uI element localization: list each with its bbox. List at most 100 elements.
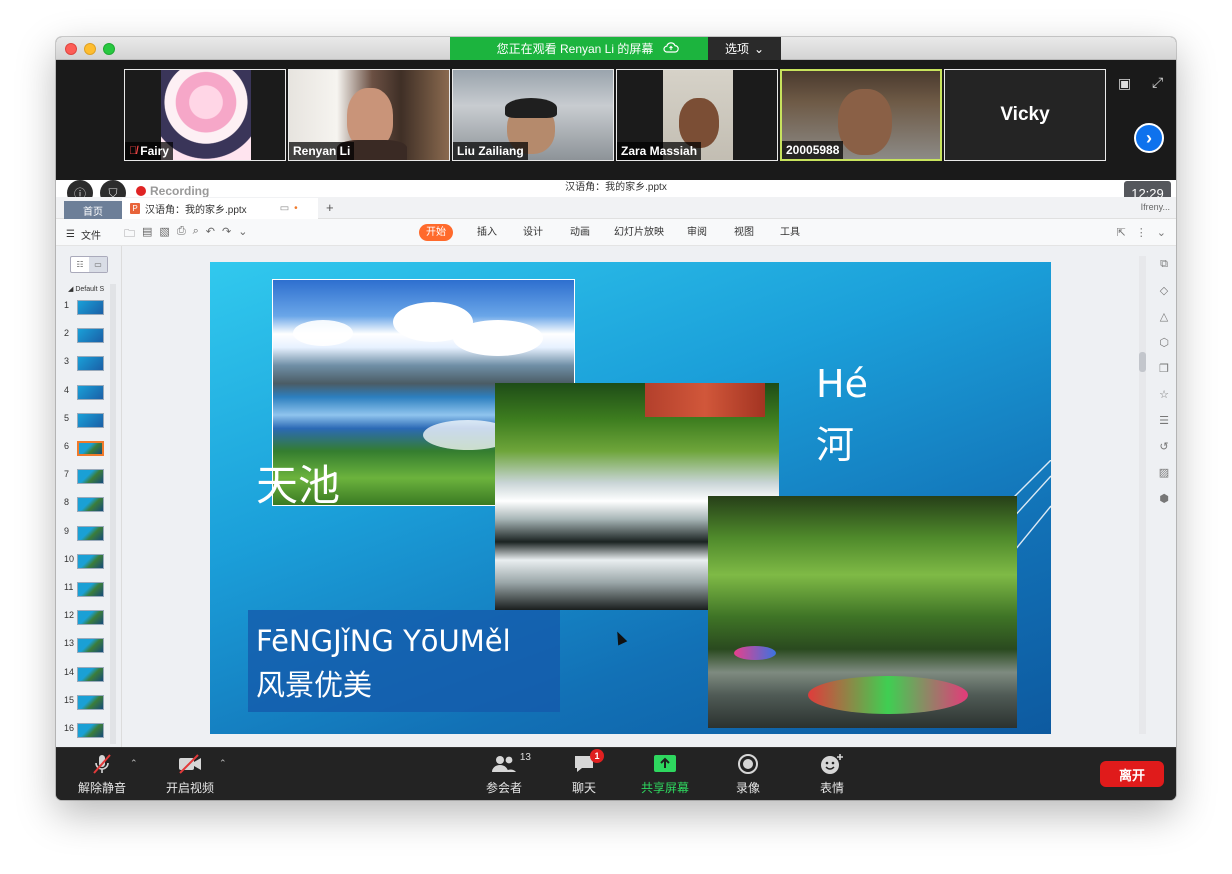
package-icon[interactable]: ⬢ (1159, 492, 1169, 505)
print-icon[interactable]: ⎙ (177, 225, 186, 244)
home-tab[interactable]: 首页 (64, 201, 122, 219)
scrollbar-thumb[interactable] (1139, 352, 1146, 372)
video-tile-liu-zailiang[interactable]: Liu Zailiang (452, 69, 614, 161)
print-preview-icon[interactable]: ⌕ (193, 225, 199, 244)
slide-thumbnail-image (77, 610, 104, 626)
next-page-arrow-icon[interactable]: › (1134, 123, 1164, 153)
slide-view-icon[interactable]: ▭ (89, 257, 107, 272)
slide-thumbnail[interactable]: 6 (56, 439, 116, 459)
slide-thumbnail[interactable]: 12 (56, 608, 116, 628)
outline-view-icon[interactable]: ☷ (71, 257, 89, 272)
slide-thumbnail[interactable]: 5 (56, 411, 116, 431)
slide-thumbnail[interactable]: 13 (56, 636, 116, 656)
ribbon-tab-animation[interactable]: 动画 (563, 224, 597, 241)
slide-thumbnail[interactable]: 3 (56, 354, 116, 374)
slide-thumbnail[interactable]: 14 (56, 665, 116, 685)
he-pinyin[interactable]: Hé (816, 362, 868, 406)
user-account[interactable]: Ifreny... (1141, 202, 1170, 212)
customize-chevron-icon[interactable]: ⌄ (238, 225, 247, 244)
slide-scrollbar[interactable] (1139, 256, 1146, 734)
ribbon-tab-start[interactable]: 开始 (419, 224, 453, 241)
open-folder-icon[interactable]: 🗀 (124, 225, 135, 244)
thumbnail-view-toggle[interactable]: ☷ ▭ (70, 256, 108, 273)
export-pdf-icon[interactable]: ▧ (159, 225, 169, 244)
ribbon-tab-view[interactable]: 视图 (727, 224, 761, 241)
slide-6[interactable]: 天池 Hé 河 FēNGJǐNG YōUMěl 风景优美 (210, 262, 1051, 734)
view-options-button[interactable]: 选项 ⌄ (708, 37, 781, 60)
ribbon-tab-design[interactable]: 设计 (516, 224, 550, 241)
fullscreen-icon[interactable]: ⤢ (1152, 74, 1163, 91)
ribbon-tab-insert[interactable]: 插入 (470, 224, 504, 241)
record-button[interactable]: 录像 (736, 752, 760, 796)
view-options-label: 选项 (724, 42, 749, 56)
copy-icon[interactable]: ❐ (1159, 362, 1169, 375)
video-gallery: 🎙̸ Fairy Renyan Li Liu Zailiang Zara Mas… (56, 60, 1176, 180)
gallery-layout-icon[interactable]: ▣ (1118, 75, 1131, 92)
shape-icon[interactable]: ◇ (1160, 284, 1168, 297)
reactions-button[interactable]: 表情 (819, 752, 845, 796)
ribbon-tab-tools[interactable]: 工具 (773, 224, 807, 241)
audio-options-chevron-icon[interactable]: ⌃ (130, 758, 138, 769)
scenery-caption[interactable]: 风景优美 (256, 662, 372, 704)
settings-sliders-icon[interactable]: ☰ (1159, 414, 1169, 427)
collapse-chevron-icon[interactable]: ⌄ (1157, 226, 1166, 239)
video-tile-fairy[interactable]: 🎙̸ Fairy (124, 69, 286, 161)
video-tile-zara-massiah[interactable]: Zara Massiah (616, 69, 778, 161)
new-tab-plus-icon[interactable]: + (326, 200, 334, 215)
video-tile-renyan-li[interactable]: Renyan Li (288, 69, 450, 161)
chat-button[interactable]: 1 聊天 (572, 749, 604, 796)
close-window-button[interactable] (65, 43, 77, 55)
mouse-cursor-icon (612, 629, 628, 646)
file-menu[interactable]: ☰ 文件 (66, 227, 101, 242)
fill-icon[interactable]: △ (1160, 310, 1168, 323)
he-character[interactable]: 河 (816, 414, 854, 469)
unmute-label: 解除静音 (78, 781, 127, 795)
share-out-icon[interactable]: ⇱ (1117, 226, 1126, 239)
layout-icon[interactable]: ⧉ (1160, 258, 1168, 271)
red-building-shape (645, 383, 765, 417)
slide-thumbnail-number: 4 (64, 384, 70, 395)
style-icon[interactable]: ⬡ (1159, 336, 1169, 349)
zoom-window-button[interactable] (103, 43, 115, 55)
video-options-chevron-icon[interactable]: ⌃ (219, 758, 227, 769)
start-video-label: 开启视频 (166, 781, 215, 795)
participants-icon: 13 (491, 752, 531, 776)
chat-unread-badge: 1 (590, 749, 604, 763)
leave-meeting-button[interactable]: 离开 (1100, 761, 1164, 787)
section-label[interactable]: ◢ Default S (68, 285, 104, 293)
scenery-pinyin[interactable]: FēNGJǐNG YōUMěl (256, 624, 511, 658)
start-video-button[interactable]: 开启视频 (166, 752, 214, 796)
slide-thumbnail[interactable]: 4 (56, 383, 116, 403)
history-icon[interactable]: ↺ (1159, 440, 1168, 453)
redo-icon[interactable]: ↷ (222, 225, 231, 244)
ribbon-tab-slideshow[interactable]: 幻灯片放映 (607, 224, 671, 241)
slide-thumbnail[interactable]: 10 (56, 552, 116, 572)
share-screen-button[interactable]: 共享屏幕 (641, 752, 689, 796)
slide-thumbnail[interactable]: 15 (56, 693, 116, 713)
participants-button[interactable]: 13 参会者 (486, 752, 531, 796)
animation-icon[interactable]: ☆ (1159, 388, 1169, 401)
video-tile-vicky[interactable]: Vicky (944, 69, 1106, 161)
video-tile-20005988[interactable]: 20005988 (780, 69, 942, 161)
tianchi-title[interactable]: 天池 (256, 452, 340, 513)
document-tab[interactable]: P 汉语角：我的家乡.pptx ▭ • (122, 198, 318, 219)
slide-thumbnail[interactable]: 2 (56, 326, 116, 346)
recording-indicator: Recording (136, 184, 209, 198)
slide-thumbnail[interactable]: 8 (56, 495, 116, 515)
slide-thumbnail[interactable]: 16 (56, 721, 116, 741)
save-icon[interactable]: ▤ (142, 225, 152, 244)
more-options-icon[interactable]: ⋮ (1136, 226, 1147, 239)
small-raft-shape (734, 646, 776, 660)
ribbon-tab-review[interactable]: 审阅 (680, 224, 714, 241)
slide-thumbnail[interactable]: 1 (56, 298, 116, 318)
slide-thumbnail[interactable]: 11 (56, 580, 116, 600)
image-icon[interactable]: ▨ (1159, 466, 1169, 479)
slide-thumbnail-number: 12 (64, 610, 75, 621)
minimize-window-button[interactable] (84, 43, 96, 55)
unmute-button[interactable]: 解除静音 (78, 752, 126, 796)
slide-thumbnail[interactable]: 9 (56, 524, 116, 544)
river-rafting-photo[interactable] (708, 496, 1017, 728)
undo-icon[interactable]: ↶ (206, 225, 215, 244)
slide-thumbnail-number: 7 (64, 469, 70, 480)
slide-thumbnail[interactable]: 7 (56, 467, 116, 487)
